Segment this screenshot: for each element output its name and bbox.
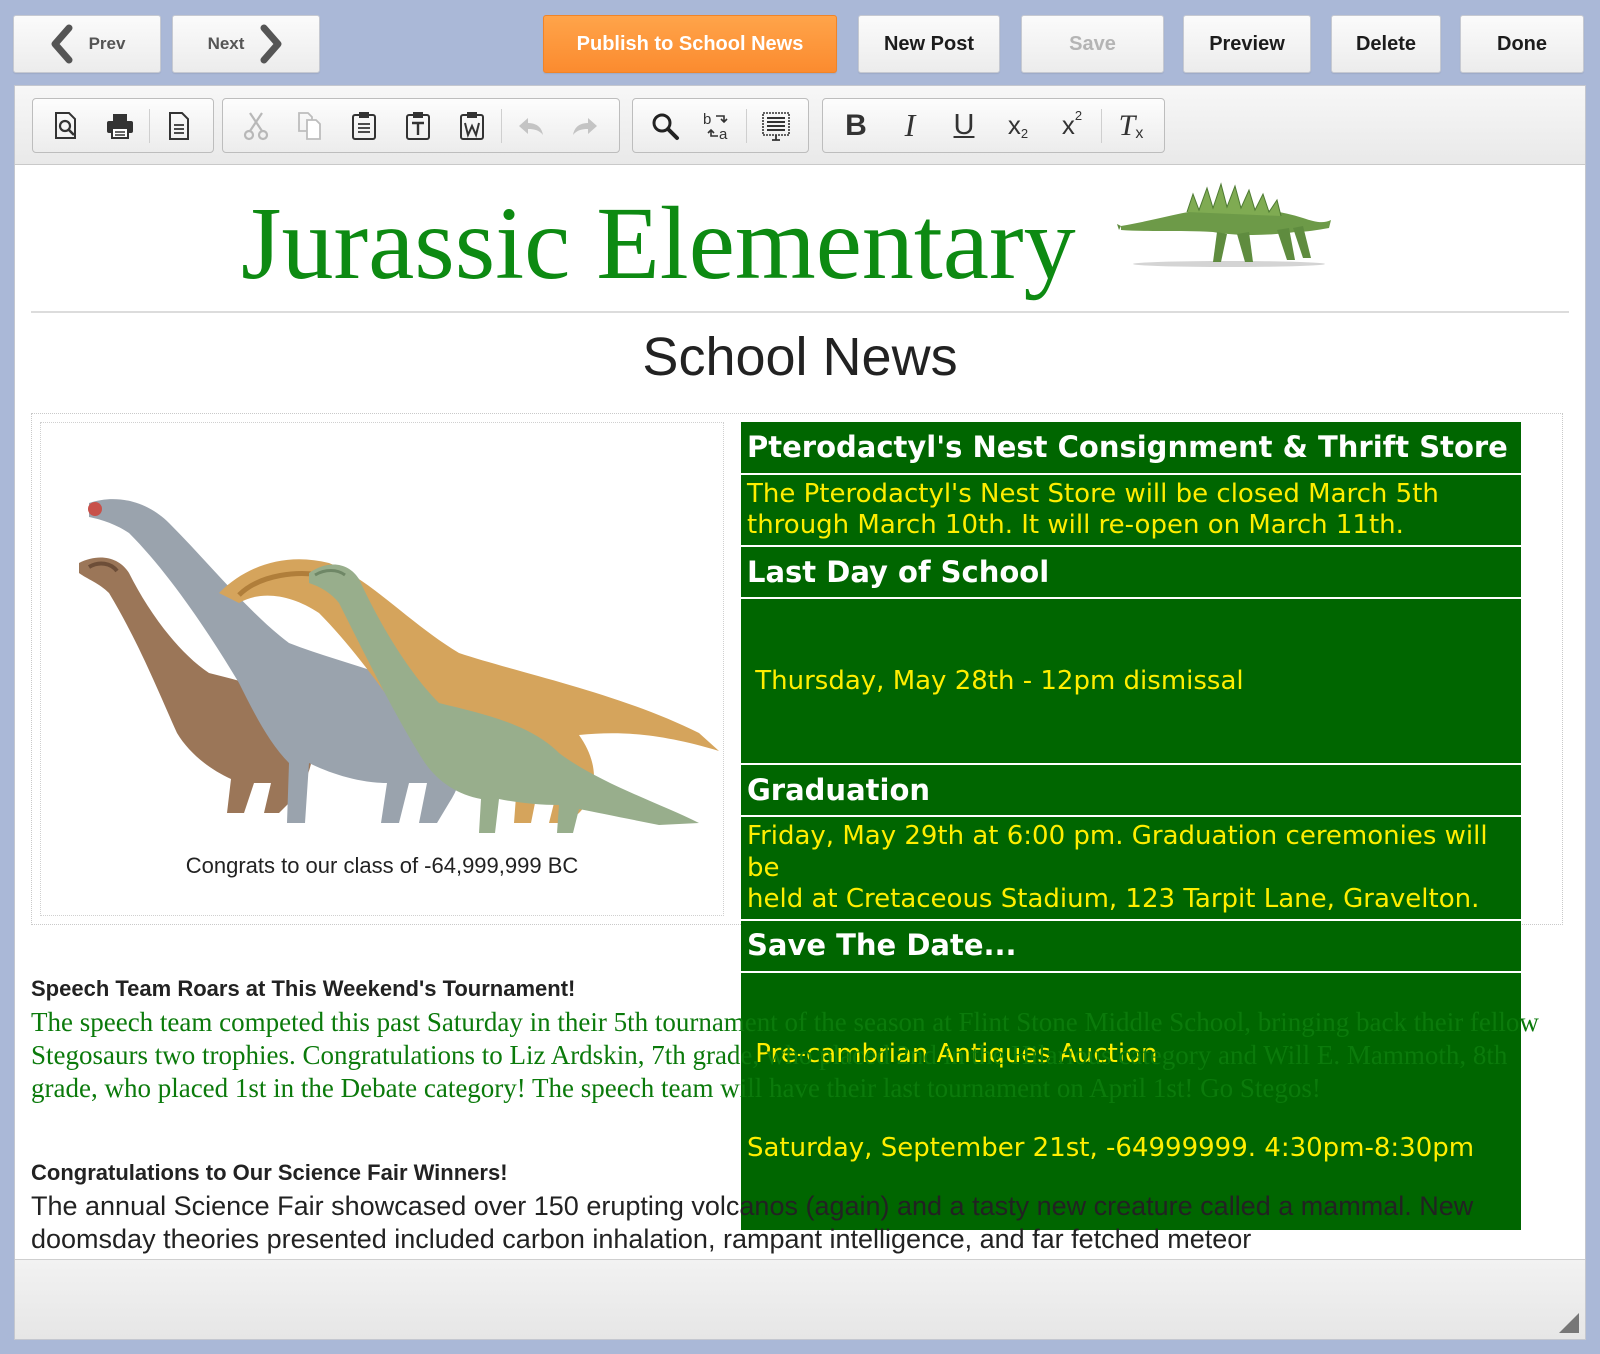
underline-icon[interactable]: U <box>937 104 991 148</box>
event-line: Thursday, May 28th - 12pm dismissal <box>747 665 1244 696</box>
resize-handle-icon[interactable] <box>1559 1313 1579 1333</box>
graduation-photo-cell: Congrats to our class of -64,999,999 BC <box>40 422 724 916</box>
event-line: held at Cretaceous Stadium, 123 Tarpit L… <box>747 883 1480 914</box>
next-label: Next <box>207 34 245 53</box>
article-body: The speech team competed this past Satur… <box>31 1007 1539 1103</box>
new-post-button[interactable]: New Post <box>858 15 1000 73</box>
new-document-icon[interactable] <box>152 104 206 148</box>
preview-icon[interactable] <box>39 104 93 148</box>
clipboard-tools-group <box>222 98 620 153</box>
subscript-icon[interactable]: x2 <box>991 104 1045 148</box>
save-button[interactable]: Save <box>1021 15 1164 73</box>
show-blocks-icon[interactable] <box>749 104 802 148</box>
school-name: Jurassic Elementary <box>241 186 1076 301</box>
preview-button[interactable]: Preview <box>1183 15 1311 73</box>
paste-icon[interactable] <box>337 104 391 148</box>
superscript-icon[interactable]: x2 <box>1045 104 1099 148</box>
toolbar-separator <box>501 108 502 143</box>
editor-toolbar: ba B I U x2 x2 Tx <box>15 86 1585 165</box>
undo-icon[interactable] <box>504 104 558 148</box>
svg-text:a: a <box>719 126 728 142</box>
svg-text:b: b <box>703 111 711 128</box>
chevron-left-icon <box>51 24 73 64</box>
cut-icon[interactable] <box>229 104 283 148</box>
event-line: through March 10th. It will re-open on M… <box>747 510 1404 541</box>
article-headline: Speech Team Roars at This Weekend's Tour… <box>31 976 576 1001</box>
event-title: Save The Date... <box>741 919 1521 973</box>
events-table: Pterodactyl's Nest Consignment & Thrift … <box>741 422 1521 1233</box>
editor-content[interactable]: Jurassic Elementary School News Congrats… <box>15 166 1585 1259</box>
prev-button[interactable]: Prev <box>13 15 161 73</box>
format-tools-group: B I U x2 x2 Tx <box>822 98 1165 153</box>
next-button[interactable]: Next <box>172 15 320 73</box>
stegosaurus-illustration <box>1117 182 1331 267</box>
done-button[interactable]: Done <box>1460 15 1584 73</box>
search-tools-group: ba <box>632 98 809 153</box>
event-title: Last Day of School <box>741 546 1521 600</box>
photo-caption: Congrats to our class of -64,999,999 BC <box>185 853 579 878</box>
bold-icon[interactable]: B <box>829 104 883 148</box>
event-title: Pterodactyl's Nest Consignment & Thrift … <box>741 422 1521 475</box>
event-details: The Pterodactyl's Nest Store will be clo… <box>741 474 1521 548</box>
publish-button[interactable]: Publish to School News <box>543 15 837 73</box>
article-science-fair: Congratulations to Our Science Fair Winn… <box>31 1160 1561 1256</box>
event-line: The Pterodactyl's Nest Store will be clo… <box>747 479 1439 509</box>
sauropods-illustration <box>79 499 719 833</box>
article-body: The annual Science Fair showcased over 1… <box>31 1191 1474 1254</box>
editor-status-bar <box>15 1259 1585 1339</box>
toolbar-separator <box>1101 108 1102 143</box>
rich-text-editor[interactable]: ba B I U x2 x2 Tx Jurassic Elementary Sc… <box>14 85 1586 1340</box>
event-details: Friday, May 29th at 6:00 pm. Graduation … <box>741 816 1521 921</box>
paste-text-icon[interactable] <box>391 104 445 148</box>
article-speech-team: Speech Team Roars at This Weekend's Tour… <box>31 976 1561 1105</box>
article-headline: Congratulations to Our Science Fair Winn… <box>31 1160 508 1185</box>
remove-format-icon[interactable]: Tx <box>1104 104 1158 148</box>
print-icon[interactable] <box>93 104 147 148</box>
paste-word-icon[interactable] <box>445 104 499 148</box>
section-title: School News <box>642 327 958 387</box>
find-icon[interactable] <box>639 104 692 148</box>
masthead: Jurassic Elementary School News <box>15 166 1585 387</box>
prev-label: Prev <box>88 34 126 53</box>
replace-icon[interactable]: ba <box>692 104 745 148</box>
event-line: Friday, May 29th at 6:00 pm. Graduation … <box>747 821 1488 883</box>
italic-icon[interactable]: I <box>883 104 937 148</box>
event-title: Graduation <box>741 764 1521 818</box>
delete-button[interactable]: Delete <box>1331 15 1441 73</box>
event-details: Thursday, May 28th - 12pm dismissal <box>741 598 1521 766</box>
redo-icon[interactable] <box>558 104 612 148</box>
toolbar-separator <box>149 108 150 143</box>
toolbar-separator <box>746 108 748 143</box>
copy-icon[interactable] <box>283 104 337 148</box>
document-tools-group <box>32 98 214 153</box>
chevron-right-icon <box>260 24 282 64</box>
masthead-divider <box>31 311 1569 313</box>
